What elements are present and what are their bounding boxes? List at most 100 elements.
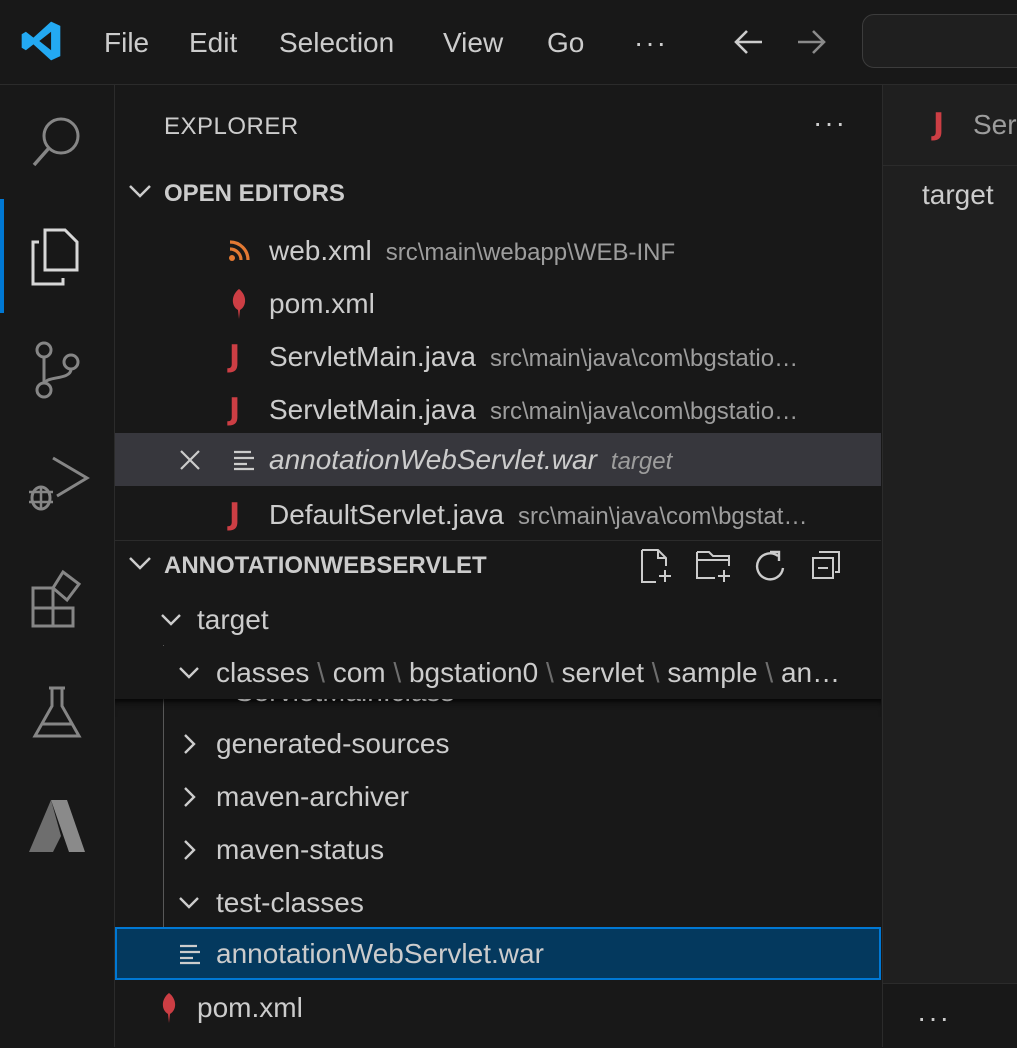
tree-folder[interactable]: maven-archiver <box>115 770 881 823</box>
chevron-down-icon <box>177 876 201 929</box>
chevron-right-icon <box>177 770 201 823</box>
tree-label: maven-status <box>216 834 385 865</box>
run-debug-icon <box>29 456 90 511</box>
open-editor-item[interactable]: J DefaultServlet.java src\main\java\com\b… <box>115 488 881 541</box>
file-name: ServletMain.java <box>269 341 476 372</box>
project-header[interactable]: ANNOTATIONWEBSERVLET <box>115 540 881 592</box>
activity-extensions[interactable] <box>0 541 114 655</box>
activity-azure[interactable] <box>0 769 114 883</box>
activity-source-control[interactable] <box>0 313 114 427</box>
vscode-logo-icon[interactable] <box>20 20 62 62</box>
tree-folder[interactable]: test-classes <box>115 876 881 929</box>
extensions-icon <box>31 569 82 628</box>
tree-label[interactable]: classes <box>216 657 309 688</box>
file-path: target <box>610 448 673 475</box>
editor-tab[interactable]: J Ser <box>883 85 1017 166</box>
tree-label[interactable]: com <box>333 657 386 688</box>
new-file-icon[interactable] <box>638 548 674 584</box>
chevron-down-icon <box>129 557 151 570</box>
open-editors-header[interactable]: OPEN EDITORS <box>115 168 881 220</box>
search-icon <box>32 117 80 167</box>
title-bar: File Edit Selection View Go ··· <box>0 0 1017 85</box>
rss-icon <box>228 224 250 277</box>
tree-label: test-classes <box>216 887 364 918</box>
explorer-more-button[interactable]: ··· <box>813 107 847 139</box>
open-editor-item-active[interactable]: annotationWebServlet.war target <box>115 433 881 486</box>
file-path: src\main\java\com\bgstatio… <box>489 345 799 372</box>
tree-file-obscured[interactable]: ServletMain.class <box>115 699 881 717</box>
explorer-sidebar: EXPLORER ··· OPEN EDITORS web.xml src\mai… <box>115 85 881 1047</box>
compact-folder-path: classes \ com \ bgstation0 \ servlet \ s… <box>216 657 841 688</box>
file-path: src\main\java\com\bgstat… <box>518 503 808 530</box>
tree-label[interactable]: an… <box>781 657 840 688</box>
activity-search[interactable] <box>0 85 114 199</box>
tree-folder[interactable]: generated-sources <box>115 717 881 770</box>
refresh-icon[interactable] <box>752 548 788 584</box>
menu-edit[interactable]: Edit <box>189 25 237 61</box>
open-editor-item[interactable]: J ServletMain.java src\main\java\com\bgst… <box>115 330 881 383</box>
java-icon: J <box>933 107 945 142</box>
new-folder-icon[interactable] <box>695 548 733 584</box>
java-icon: J <box>229 497 241 532</box>
file-lines-icon <box>179 927 201 980</box>
command-center-search[interactable] <box>862 14 1017 68</box>
chevron-down-icon <box>159 593 183 646</box>
tree-folder[interactable]: maven-status <box>115 823 881 876</box>
maven-feather-icon <box>160 981 178 1034</box>
explorer-title: EXPLORER <box>164 113 299 140</box>
open-editor-item[interactable]: pom.xml <box>115 277 881 330</box>
file-path: src\main\webapp\WEB-INF <box>385 239 676 266</box>
open-editor-item[interactable]: J ServletMain.java src\main\java\com\bgst… <box>115 383 881 436</box>
activity-bar <box>0 85 115 1047</box>
class-file-icon <box>197 699 215 717</box>
editor-area: J Ser target ··· <box>882 85 1017 1048</box>
tree-label: pom.xml <box>197 992 303 1023</box>
tab-label: Ser <box>973 109 1017 140</box>
file-name: DefaultServlet.java <box>269 499 505 530</box>
chevron-down-icon <box>177 646 201 699</box>
activity-testing[interactable] <box>0 655 114 769</box>
azure-icon <box>29 800 85 852</box>
menu-go[interactable]: Go <box>547 25 584 61</box>
tree-folder-target[interactable]: target <box>115 593 881 646</box>
menu-selection[interactable]: Selection <box>279 25 394 61</box>
file-path: src\main\java\com\bgstatio… <box>489 398 799 425</box>
file-name: web.xml <box>269 235 372 266</box>
file-name: annotationWebServlet.war <box>269 444 597 475</box>
tree-label[interactable]: servlet <box>562 657 644 688</box>
tree-file[interactable]: pom.xml <box>115 981 881 1034</box>
arrow-right-icon[interactable] <box>794 22 828 62</box>
collapse-all-icon[interactable] <box>809 548 845 584</box>
activity-explorer[interactable] <box>0 199 114 313</box>
menu-more[interactable]: ··· <box>634 25 668 61</box>
chevron-right-icon <box>177 823 201 876</box>
testing-icon <box>32 686 82 738</box>
files-icon <box>31 228 79 286</box>
panel-bar: ··· <box>883 983 1017 1048</box>
file-lines-icon <box>233 433 255 486</box>
breadcrumb[interactable]: target <box>922 179 994 211</box>
tree-label: maven-archiver <box>216 781 409 812</box>
tree-file-selected[interactable]: annotationWebServlet.war <box>115 927 881 980</box>
menu-file[interactable]: File <box>104 25 149 61</box>
arrow-left-icon[interactable] <box>732 22 766 62</box>
tree-label: generated-sources <box>216 728 450 759</box>
chevron-down-icon <box>129 185 151 198</box>
chevron-right-icon <box>177 717 201 770</box>
tree-label: annotationWebServlet.war <box>216 938 544 969</box>
tree-label[interactable]: sample <box>667 657 757 688</box>
panel-more-button[interactable]: ··· <box>917 1002 951 1034</box>
activity-run-debug[interactable] <box>0 427 114 541</box>
file-name: pom.xml <box>269 288 375 319</box>
java-icon: J <box>229 339 241 374</box>
tree-label: ServletMain.class <box>235 699 454 717</box>
java-icon: J <box>229 392 241 427</box>
project-label: ANNOTATIONWEBSERVLET <box>164 552 487 579</box>
menu-view[interactable]: View <box>443 25 503 61</box>
close-icon[interactable] <box>178 433 202 486</box>
tree-label[interactable]: bgstation0 <box>409 657 538 688</box>
open-editor-item[interactable]: web.xml src\main\webapp\WEB-INF <box>115 224 881 277</box>
tree-folder-classes-sticky[interactable]: classes \ com \ bgstation0 \ servlet \ s… <box>115 646 881 699</box>
file-name: ServletMain.java <box>269 394 476 425</box>
tree-label: target <box>197 604 269 635</box>
